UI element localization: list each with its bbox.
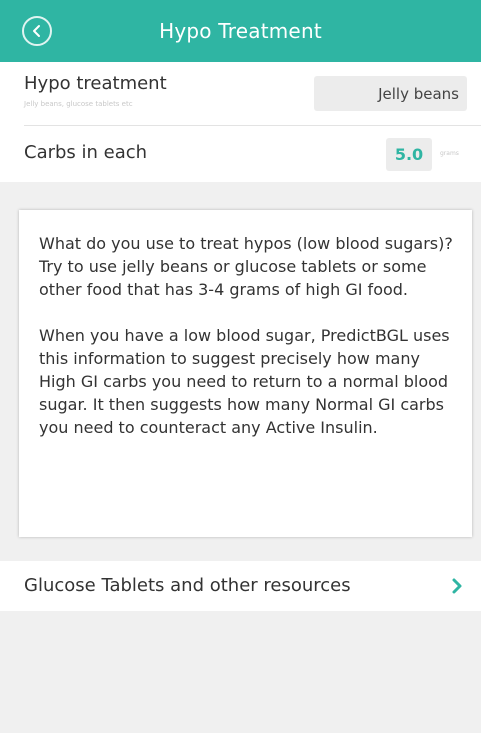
- hypo-treatment-label: Hypo treatment: [24, 73, 167, 94]
- resources-link-label: Glucose Tablets and other resources: [24, 575, 351, 596]
- resources-link-row[interactable]: Glucose Tablets and other resources: [0, 561, 481, 611]
- hypo-treatment-input[interactable]: Jelly beans: [314, 76, 467, 111]
- hypo-treatment-row: Hypo treatment Jelly beans, glucose tabl…: [0, 62, 481, 125]
- carbs-row: Carbs in each 5.0 grams: [0, 126, 481, 182]
- info-card: What do you use to treat hypos (low bloo…: [19, 210, 472, 537]
- chevron-right-icon: [452, 578, 462, 594]
- page-title: Hypo Treatment: [159, 19, 322, 43]
- header-bar: Hypo Treatment: [0, 0, 481, 62]
- settings-form: Hypo treatment Jelly beans, glucose tabl…: [0, 62, 481, 182]
- hypo-treatment-hint: Jelly beans, glucose tablets etc: [24, 100, 133, 108]
- info-paragraph-2: When you have a low blood sugar, Predict…: [39, 326, 450, 437]
- back-button[interactable]: [22, 16, 52, 46]
- info-paragraph-1: What do you use to treat hypos (low bloo…: [39, 234, 453, 299]
- carbs-unit: grams: [440, 150, 459, 157]
- chevron-left-icon: [33, 25, 40, 37]
- carbs-label: Carbs in each: [24, 142, 148, 163]
- carbs-input[interactable]: 5.0: [386, 138, 432, 171]
